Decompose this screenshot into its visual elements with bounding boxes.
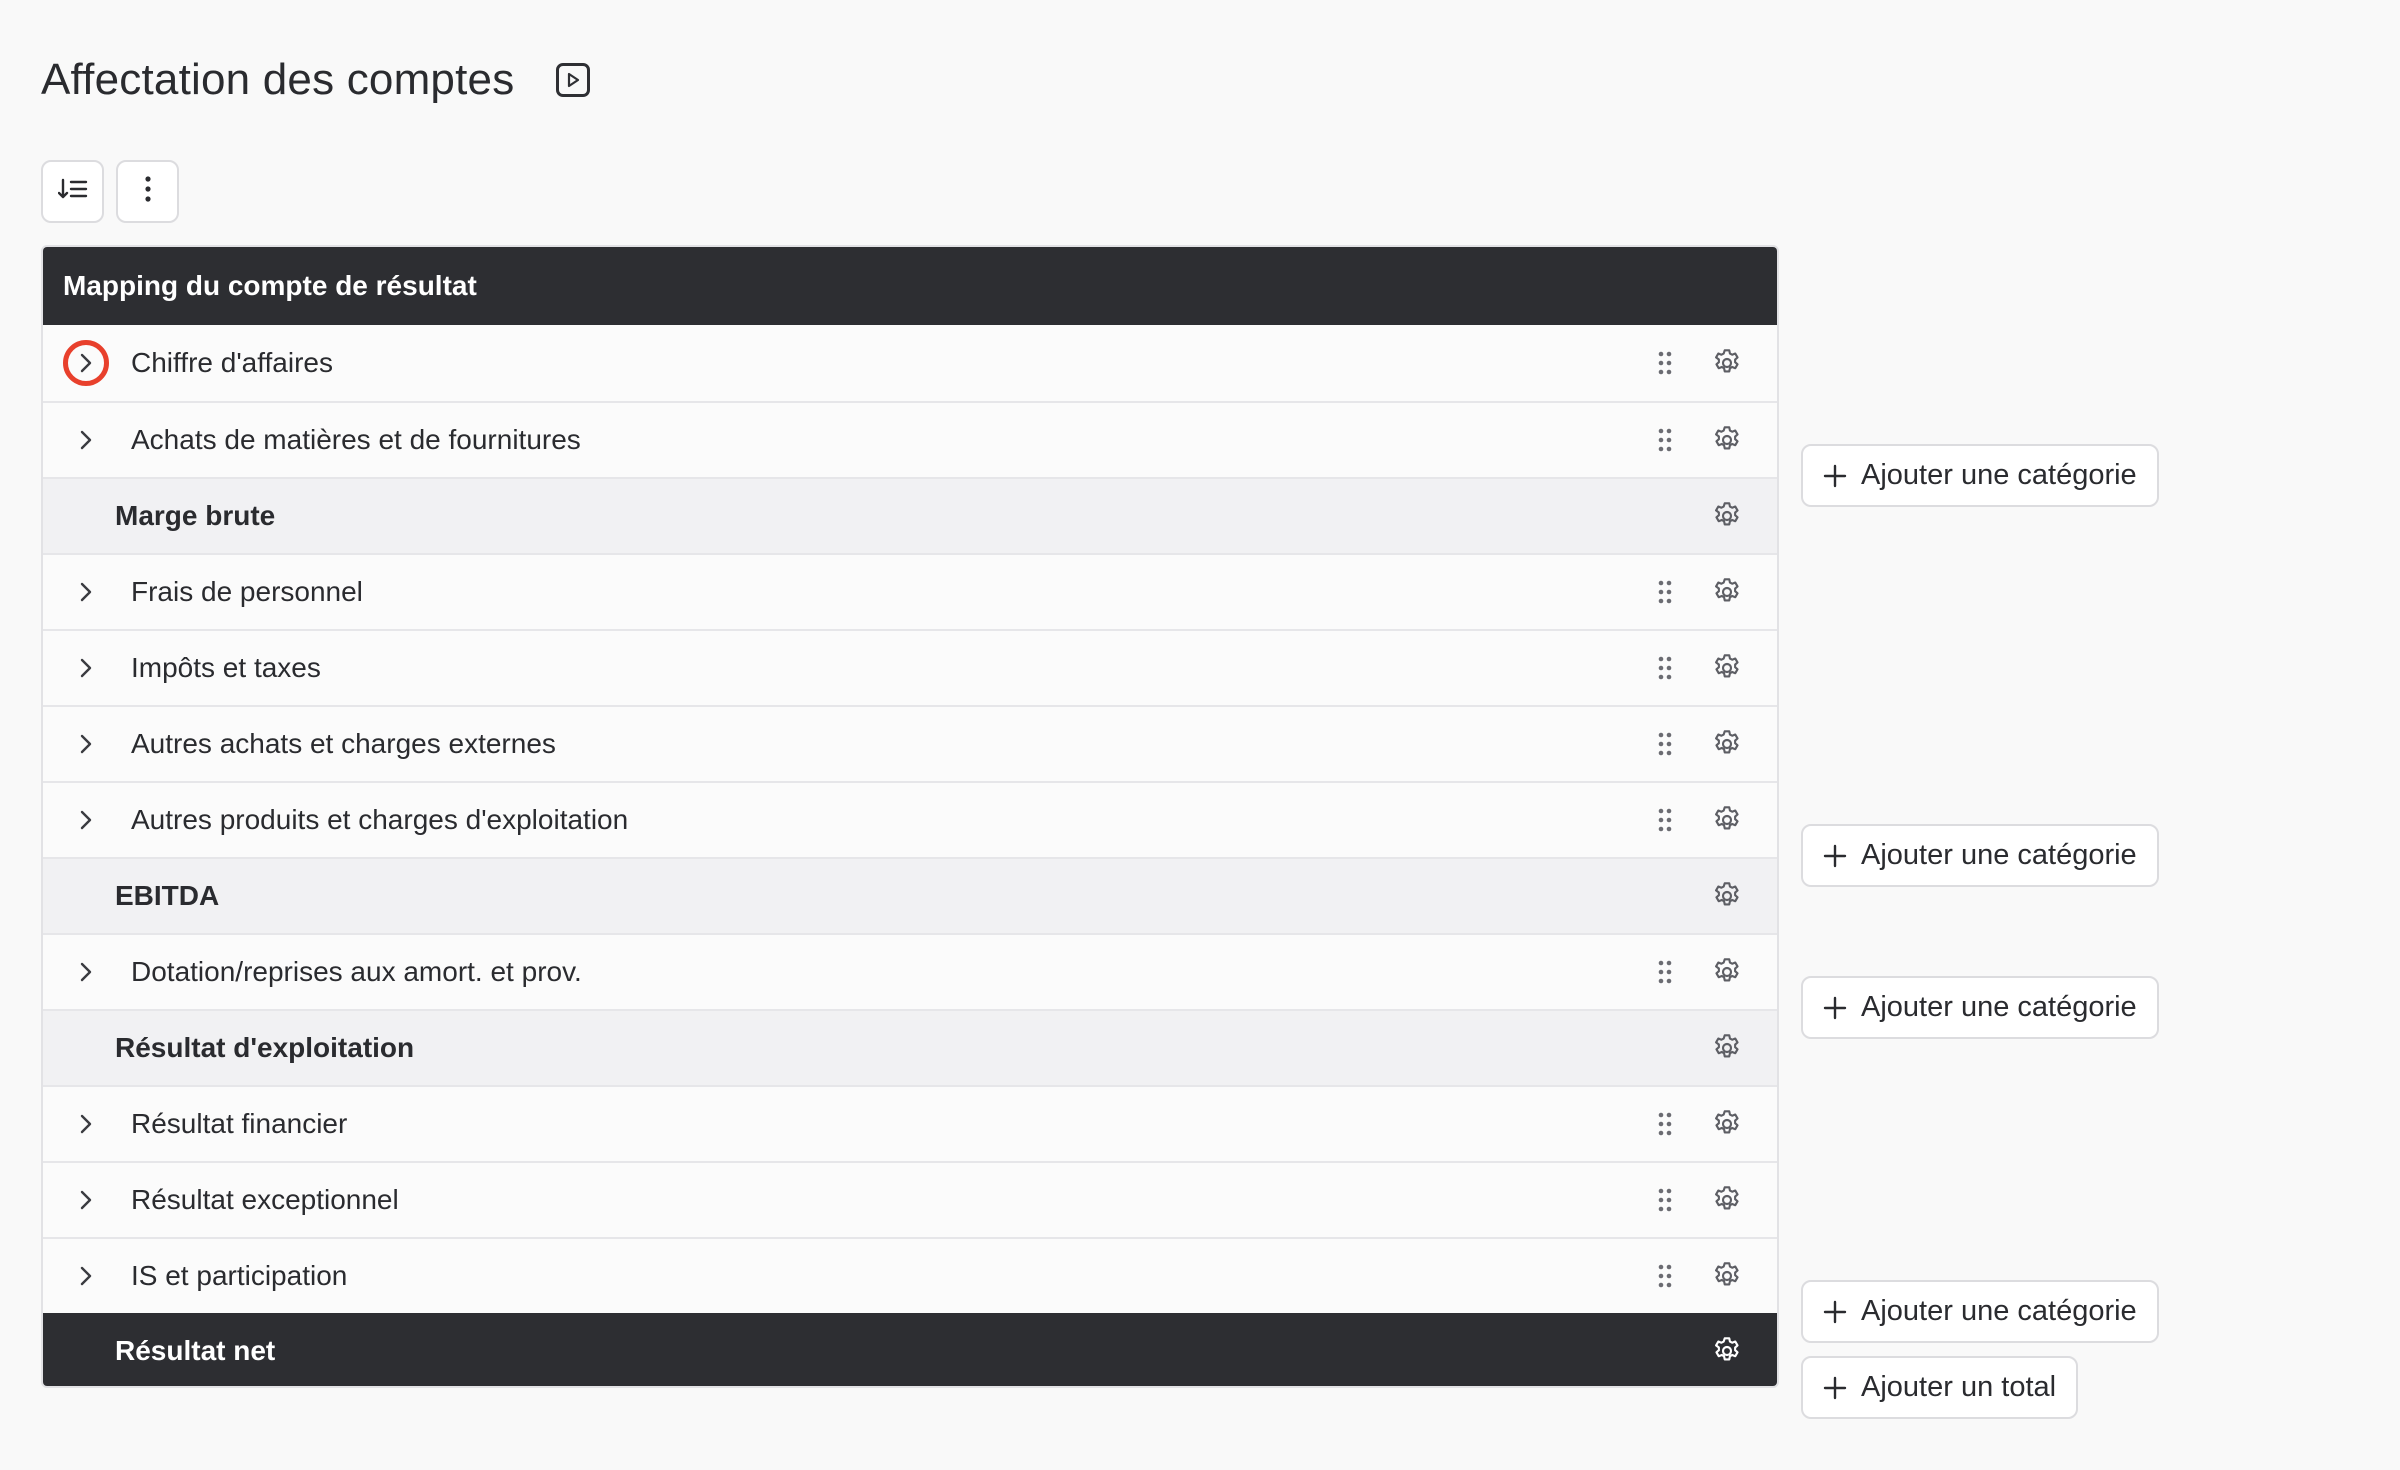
category-row[interactable]: Impôts et taxes: [43, 629, 1777, 705]
category-row[interactable]: Résultat exceptionnel: [43, 1161, 1777, 1237]
chevron-right-icon[interactable]: [63, 340, 109, 386]
gear-icon[interactable]: [1709, 726, 1745, 762]
add-category-button[interactable]: Ajouter une catégorie: [1801, 824, 2159, 887]
gear-icon[interactable]: [1709, 422, 1745, 458]
chevron-right-icon[interactable]: [63, 645, 109, 691]
more-options-button[interactable]: [116, 160, 179, 223]
table-header: Mapping du compte de résultat: [43, 247, 1777, 325]
mapping-table: Mapping du compte de résultat Chiffre d'…: [41, 245, 1779, 1388]
drag-handle-icon[interactable]: [1653, 348, 1677, 378]
add-category-label: Ajouter une catégorie: [1861, 991, 2137, 1023]
row-label: Autres produits et charges d'exploitatio…: [131, 804, 629, 835]
gear-icon[interactable]: [1709, 1182, 1745, 1218]
gear-icon[interactable]: [1709, 1333, 1745, 1369]
title-bar: Affectation des comptes: [41, 52, 591, 108]
total-row[interactable]: Marge brute: [43, 477, 1777, 553]
play-video-icon[interactable]: [556, 63, 591, 97]
add-category-button[interactable]: Ajouter une catégorie: [1801, 1280, 2159, 1343]
drag-handle-icon[interactable]: [1653, 577, 1677, 607]
sort-list-icon: [57, 177, 88, 206]
gear-icon[interactable]: [1709, 574, 1745, 610]
add-category-label: Ajouter une catégorie: [1861, 839, 2137, 871]
category-row[interactable]: IS et participation: [43, 1237, 1777, 1313]
plus-icon: [1823, 1300, 1847, 1324]
drag-handle-icon[interactable]: [1653, 1261, 1677, 1291]
table-rows: Chiffre d'affaires Achats de matières et …: [43, 325, 1777, 1386]
category-row[interactable]: Autres achats et charges externes: [43, 705, 1777, 781]
drag-handle-icon[interactable]: [1653, 805, 1677, 835]
category-row[interactable]: Dotation/reprises aux amort. et prov.: [43, 933, 1777, 1009]
chevron-right-icon[interactable]: [63, 721, 109, 767]
gear-icon[interactable]: [1709, 1258, 1745, 1294]
add-category-label: Ajouter une catégorie: [1861, 459, 2137, 491]
row-label: EBITDA: [115, 880, 220, 911]
category-row[interactable]: Résultat financier: [43, 1085, 1777, 1161]
drag-handle-icon[interactable]: [1653, 653, 1677, 683]
row-label: Achats de matières et de fournitures: [131, 424, 581, 455]
row-label: Dotation/reprises aux amort. et prov.: [131, 956, 582, 987]
total-row[interactable]: EBITDA: [43, 857, 1777, 933]
drag-handle-icon[interactable]: [1653, 1185, 1677, 1215]
plus-icon: [1823, 844, 1847, 868]
gear-icon[interactable]: [1709, 650, 1745, 686]
grand-total-row[interactable]: Résultat net: [43, 1313, 1777, 1386]
row-label: Autres achats et charges externes: [131, 728, 556, 759]
row-label: Résultat d'exploitation: [115, 1032, 415, 1063]
row-label: Résultat exceptionnel: [131, 1184, 399, 1215]
gear-icon[interactable]: [1709, 1106, 1745, 1142]
gear-icon[interactable]: [1709, 345, 1745, 381]
toolbar: [41, 160, 179, 223]
category-row[interactable]: Frais de personnel: [43, 553, 1777, 629]
add-category-button[interactable]: Ajouter une catégorie: [1801, 444, 2159, 507]
row-label: Marge brute: [115, 500, 276, 531]
row-label: Frais de personnel: [131, 576, 363, 607]
gear-icon[interactable]: [1709, 802, 1745, 838]
row-label: IS et participation: [131, 1260, 348, 1291]
gear-icon[interactable]: [1709, 878, 1745, 914]
drag-handle-icon[interactable]: [1653, 729, 1677, 759]
add-category-label: Ajouter une catégorie: [1861, 1295, 2137, 1327]
chevron-right-icon[interactable]: [63, 949, 109, 995]
gear-icon[interactable]: [1709, 498, 1745, 534]
row-label: Impôts et taxes: [131, 652, 321, 683]
add-category-button[interactable]: Ajouter une catégorie: [1801, 976, 2159, 1039]
row-label: Chiffre d'affaires: [131, 347, 333, 378]
chevron-right-icon[interactable]: [63, 1177, 109, 1223]
add-total-label: Ajouter un total: [1861, 1371, 2057, 1403]
category-row[interactable]: Chiffre d'affaires: [43, 325, 1777, 401]
sort-button[interactable]: [41, 160, 104, 223]
chevron-right-icon[interactable]: [63, 797, 109, 843]
chevron-right-icon[interactable]: [63, 1101, 109, 1147]
plus-icon: [1823, 464, 1847, 488]
chevron-right-icon[interactable]: [63, 569, 109, 615]
page-title: Affectation des comptes: [41, 55, 515, 104]
plus-icon: [1823, 1376, 1847, 1400]
drag-handle-icon[interactable]: [1653, 957, 1677, 987]
page: Affectation des comptes Mapping du compt…: [0, 0, 2400, 1470]
gear-icon[interactable]: [1709, 1030, 1745, 1066]
category-row[interactable]: Achats de matières et de fournitures: [43, 401, 1777, 477]
add-total-button[interactable]: Ajouter un total: [1801, 1356, 2079, 1419]
total-row[interactable]: Résultat d'exploitation: [43, 1009, 1777, 1085]
row-label: Résultat net: [115, 1335, 276, 1366]
chevron-right-icon[interactable]: [63, 417, 109, 463]
plus-icon: [1823, 996, 1847, 1020]
drag-handle-icon[interactable]: [1653, 425, 1677, 455]
gear-icon[interactable]: [1709, 954, 1745, 990]
row-label: Résultat financier: [131, 1108, 348, 1139]
category-row[interactable]: Autres produits et charges d'exploitatio…: [43, 781, 1777, 857]
drag-handle-icon[interactable]: [1653, 1109, 1677, 1139]
chevron-right-icon[interactable]: [63, 1253, 109, 1299]
more-vertical-icon: [144, 175, 152, 208]
